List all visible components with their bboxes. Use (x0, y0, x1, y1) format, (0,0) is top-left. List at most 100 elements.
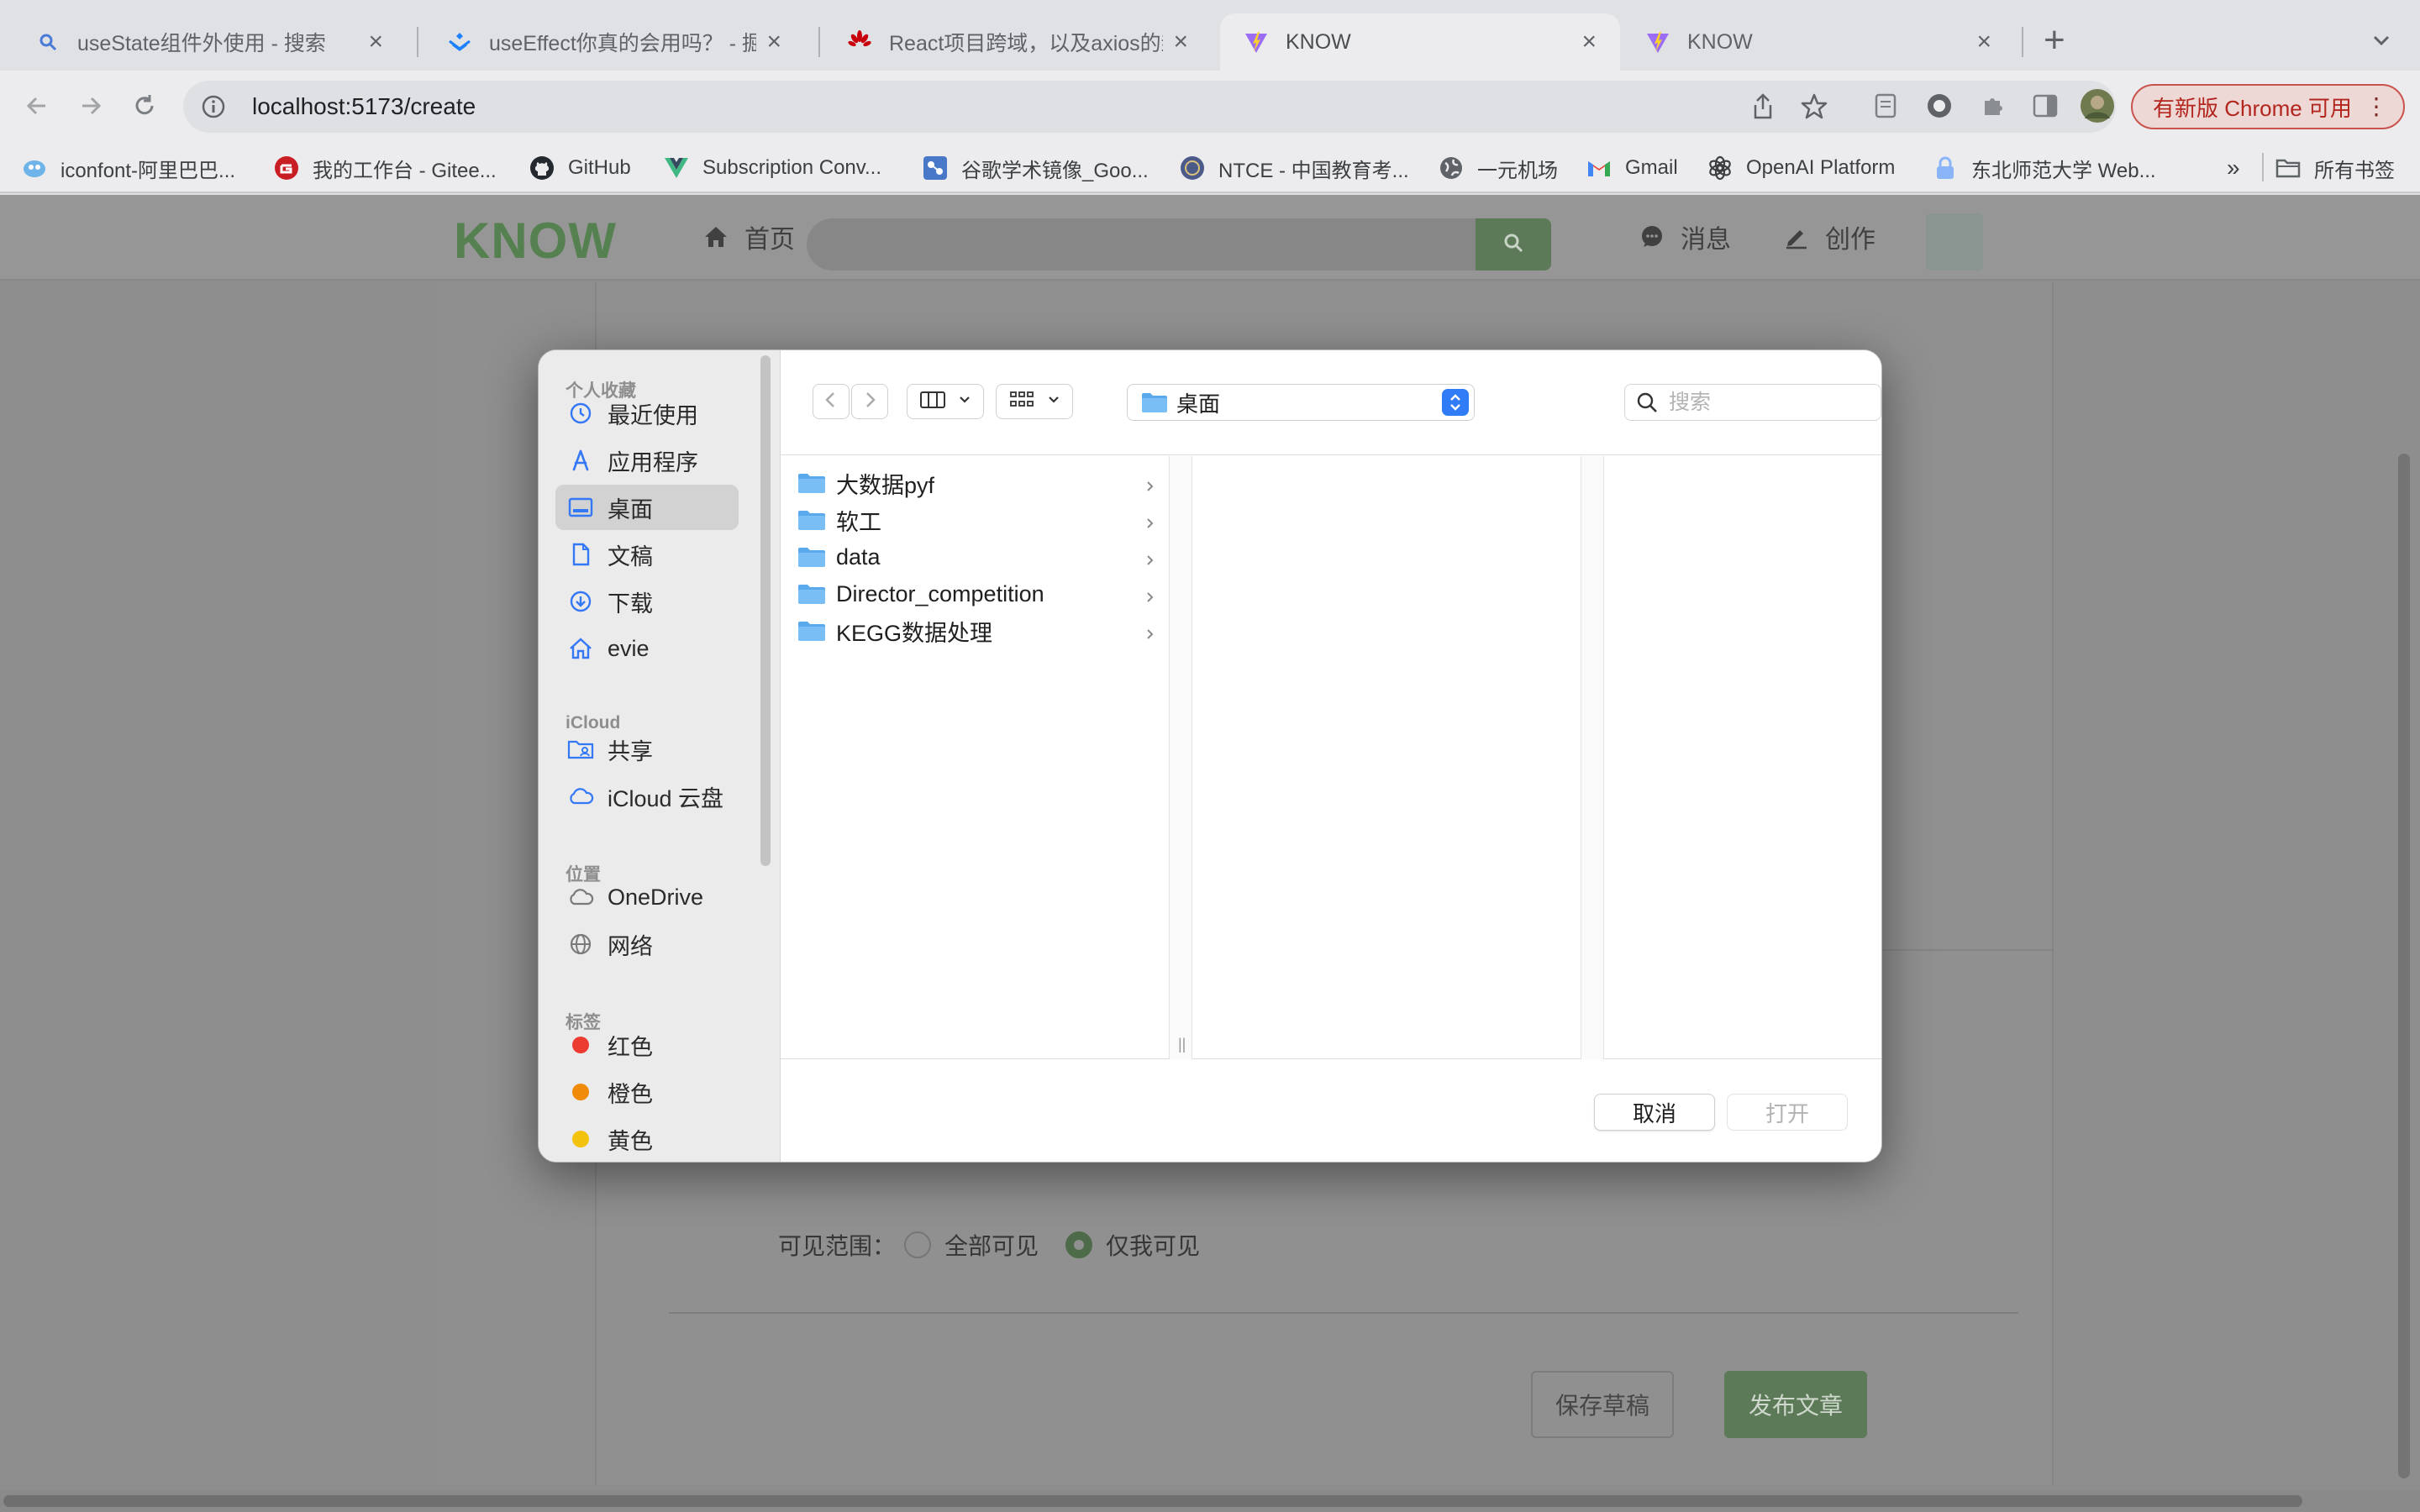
cancel-button[interactable]: 取消 (1594, 1094, 1715, 1131)
sidebar-item-desktop[interactable]: 桌面 (555, 485, 739, 530)
sidebar-tag-red[interactable]: 红色 (555, 1022, 739, 1068)
scrollbar-thumb[interactable] (3, 1495, 2302, 1507)
extensions-puzzle-icon[interactable] (1975, 87, 2012, 124)
folder-row[interactable]: data (797, 538, 1159, 575)
sidebar-item-onedrive[interactable]: OneDrive (555, 874, 739, 920)
vertical-scrollbar[interactable] (2398, 454, 2410, 1478)
dialog-search-field[interactable] (1624, 384, 1881, 421)
nav-home-link[interactable]: 首页 (702, 218, 795, 255)
nav-create-link[interactable]: 创作 (1783, 218, 1876, 255)
column-resize-handle[interactable] (1581, 456, 1604, 1059)
radio-button-selected[interactable] (1065, 1231, 1093, 1258)
browser-tab[interactable]: React项目跨域，以及axios的封装 × (823, 13, 1212, 71)
all-bookmarks-folder[interactable]: 所有书签 (2275, 151, 2395, 185)
bookmark-item[interactable]: Gmail (1586, 151, 1678, 185)
current-folder-label: 桌面 (1176, 391, 1221, 417)
location-popup[interactable]: 桌面 (1127, 384, 1475, 421)
open-button[interactable]: 打开 (1727, 1094, 1848, 1131)
chrome-update-chip[interactable]: 有新版 Chrome 可用 ⋮ (2131, 84, 2405, 129)
folder-name: 软工 (836, 509, 881, 535)
bookmark-item[interactable]: 谷歌学术镜像_Goo... (923, 151, 1149, 185)
browser-tab[interactable]: KNOW × (1622, 13, 2015, 71)
bookmark-item[interactable]: GitHub (529, 151, 631, 185)
bookmark-item[interactable]: 我的工作台 - Gitee... (274, 151, 497, 185)
extension-circle-icon[interactable] (1921, 87, 1958, 124)
folder-row[interactable]: Director_competition (797, 575, 1159, 612)
sidebar-item-shared[interactable]: 共享 (555, 727, 739, 772)
bookmark-item[interactable]: NTCE - 中国教育考... (1180, 151, 1409, 185)
bookmark-item[interactable]: iconfont-阿里巴巴... (22, 151, 235, 185)
side-panel-icon[interactable] (2027, 87, 2064, 124)
sidebar-item-home[interactable]: evie (555, 626, 739, 671)
column-resize-handle[interactable]: || (1169, 456, 1192, 1059)
sidebar-tag-yellow[interactable]: 黄色 (555, 1116, 739, 1162)
reading-mode-icon[interactable] (1867, 87, 1904, 124)
new-tab-button[interactable]: + (2044, 22, 2065, 59)
close-tab-icon[interactable]: × (766, 28, 781, 56)
bookmark-item[interactable]: Subscription Conv... (664, 151, 881, 185)
nav-messages-link[interactable]: 消息 (1639, 218, 1731, 255)
tab-title: useEffect你真的会用吗？ - 掘金 (489, 32, 757, 55)
visibility-option-all[interactable]: 全部可见 (904, 1228, 1039, 1262)
column-view-button[interactable] (907, 384, 984, 419)
tab-separator (818, 27, 820, 57)
close-tab-icon[interactable]: × (1581, 28, 1597, 56)
sidebar-scrollbar[interactable] (760, 355, 771, 866)
grip-icon: || (1178, 1036, 1186, 1053)
site-search-input[interactable] (807, 218, 1476, 270)
radio-button[interactable] (904, 1231, 932, 1258)
forward-button[interactable] (851, 384, 888, 419)
tab-search-chevron-icon[interactable] (2370, 29, 2393, 52)
profile-avatar[interactable] (2079, 87, 2116, 124)
sidebar-item-label: 文稿 (608, 543, 653, 570)
site-search-button[interactable] (1476, 218, 1551, 270)
vite-icon (1645, 29, 1670, 55)
folder-row[interactable]: KEGG数据处理 (797, 612, 1159, 649)
search-input[interactable] (1669, 390, 1870, 415)
share-icon[interactable] (1749, 92, 1776, 125)
desktop-icon (567, 494, 594, 521)
folder-row[interactable]: 大数据pyf (797, 465, 1159, 501)
bookmark-label: 谷歌学术镜像_Goo... (961, 159, 1149, 182)
folder-icon (797, 508, 826, 532)
back-button[interactable] (813, 384, 850, 419)
user-avatar[interactable] (1926, 213, 1983, 270)
forward-arrow-icon[interactable] (72, 87, 109, 124)
sidebar-item-recents[interactable]: 最近使用 (555, 391, 739, 436)
sidebar-item-applications[interactable]: 应用程序 (555, 438, 739, 483)
tab-title: React项目跨域，以及axios的封装 (889, 32, 1163, 55)
sidebar-item-documents[interactable]: 文稿 (555, 532, 739, 577)
address-bar[interactable]: localhost:5173/create (183, 81, 2116, 133)
close-tab-icon[interactable]: × (1976, 28, 1991, 56)
browser-tab[interactable]: useState组件外使用 - 搜索 × (12, 13, 407, 71)
info-icon[interactable] (200, 93, 227, 120)
file-column-browser: 大数据pyf 软工 data Director_competition KEGG (781, 456, 1881, 1059)
sidebar-item-downloads[interactable]: 下载 (555, 579, 739, 624)
bookmark-item[interactable]: 一元机场 (1439, 151, 1558, 185)
more-bookmarks-button[interactable]: » (2227, 151, 2240, 185)
publish-button[interactable]: 发布文章 (1724, 1371, 1867, 1438)
sidebar-item-network[interactable]: 网络 (555, 921, 739, 967)
site-logo[interactable]: KNOW (454, 212, 617, 270)
reload-icon[interactable] (126, 87, 163, 124)
nav-create-label: 创作 (1825, 226, 1876, 254)
bookmark-star-icon[interactable] (1800, 92, 1828, 125)
shared-folder-icon (567, 736, 594, 763)
horizontal-scrollbar[interactable] (0, 1490, 2420, 1512)
sidebar-tag-orange[interactable]: 橙色 (555, 1069, 739, 1115)
folder-row[interactable]: 软工 (797, 501, 1159, 538)
bookmark-item[interactable]: OpenAI Platform (1707, 151, 1895, 185)
visibility-option-me[interactable]: 仅我可见 (1065, 1228, 1200, 1262)
group-options-button[interactable] (996, 384, 1073, 419)
browser-tab-active[interactable]: KNOW × (1220, 13, 1620, 71)
back-arrow-icon[interactable] (18, 87, 55, 124)
close-tab-icon[interactable]: × (1173, 28, 1188, 56)
more-vertical-icon[interactable]: ⋮ (2365, 94, 2388, 119)
sidebar-item-icloud-drive[interactable]: iCloud 云盘 (555, 774, 739, 819)
close-tab-icon[interactable]: × (368, 28, 383, 56)
huawei-icon (847, 29, 872, 55)
sidebar-item-label: 红色 (608, 1034, 653, 1060)
save-draft-button[interactable]: 保存草稿 (1531, 1371, 1674, 1438)
bookmark-item[interactable]: 东北师范大学 Web... (1933, 151, 2156, 185)
browser-tab[interactable]: useEffect你真的会用吗？ - 掘金 × (424, 13, 805, 71)
